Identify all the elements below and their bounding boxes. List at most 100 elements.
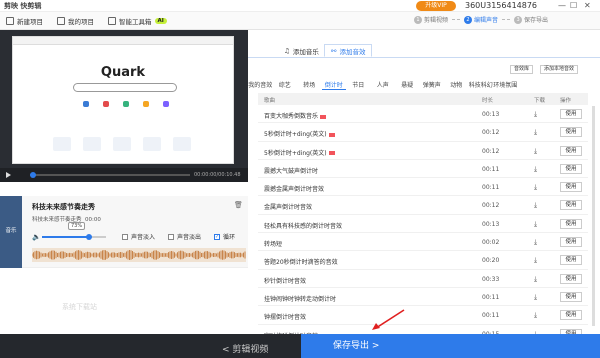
- category-tab[interactable]: 环境氛围: [493, 80, 518, 90]
- category-tab[interactable]: 弹簧声: [420, 80, 445, 90]
- step-divider: [502, 19, 511, 20]
- category-tab[interactable]: 节日: [346, 80, 371, 90]
- sfx-name: 挂钟闹钟时钟转走动倒计时: [264, 294, 336, 303]
- seek-track[interactable]: [30, 174, 190, 176]
- sfx-name-text: 钟摆倒计时音效: [264, 314, 307, 322]
- download-icon[interactable]: ⤓: [534, 256, 537, 265]
- sfx-library-button[interactable]: 音效库: [510, 65, 534, 74]
- audio-waveform[interactable]: [32, 248, 246, 262]
- use-button[interactable]: 使用: [560, 200, 582, 211]
- table-row[interactable]: 震撼大气鼓声倒计时 00:11 ⤓ 使用: [258, 160, 588, 179]
- download-icon[interactable]: ⤓: [534, 165, 537, 174]
- use-button[interactable]: 使用: [560, 145, 582, 156]
- download-icon[interactable]: ⤓: [534, 128, 537, 137]
- ai-badge: AI: [154, 17, 167, 24]
- widget-card: [83, 137, 101, 151]
- category-tab[interactable]: 综艺: [273, 80, 298, 90]
- col-action: 操作: [560, 98, 572, 104]
- upgrade-vip-button[interactable]: 升级VIP: [416, 1, 456, 11]
- playback-bar: 00:00:00/00:10.48: [0, 168, 248, 182]
- category-tab[interactable]: 悬疑: [395, 80, 420, 90]
- download-icon[interactable]: ⤓: [534, 183, 537, 192]
- table-row[interactable]: 轻松具有科技感的倒计时音效 00:13 ⤓ 使用: [258, 215, 588, 234]
- checkbox-box[interactable]: [122, 233, 128, 240]
- check-icon[interactable]: ✓: [214, 233, 220, 240]
- download-icon[interactable]: ⤓: [534, 201, 537, 210]
- category-tab[interactable]: 我的音效: [248, 80, 273, 90]
- step-2[interactable]: 2 编辑声音: [464, 15, 498, 24]
- table-row[interactable]: 钟摆倒计时音效 00:11 ⤓ 使用: [258, 306, 588, 325]
- minimize-icon[interactable]: —: [558, 1, 566, 10]
- use-button[interactable]: 使用: [560, 237, 582, 248]
- table-row[interactable]: 5秒倒计时+ding(英文) 00:12 ⤓ 使用: [258, 142, 588, 160]
- download-icon[interactable]: ⤓: [534, 238, 537, 247]
- shortcut-icon: [123, 101, 129, 107]
- table-row[interactable]: 转场短 00:02 ⤓ 使用: [258, 233, 588, 252]
- table-row[interactable]: 金属声倒计时音效 00:12 ⤓ 使用: [258, 196, 588, 215]
- play-icon[interactable]: [6, 172, 11, 178]
- save-export-button[interactable]: 保存导出 >: [301, 334, 600, 358]
- edit-video-button[interactable]: < 剪辑视频: [222, 342, 268, 355]
- watermark: 系统下载站: [62, 303, 97, 311]
- tab-add-music[interactable]: ♫ 添加音乐: [278, 44, 325, 57]
- fade-out-label: 声音淡出: [177, 234, 202, 241]
- my-projects-button[interactable]: 我的项目: [57, 16, 94, 26]
- add-local-sfx-button[interactable]: 添加本地音效: [540, 65, 579, 74]
- tab-add-sfx[interactable]: ⚯ 添加音效: [324, 44, 373, 57]
- download-icon[interactable]: ⤓: [534, 275, 537, 284]
- sfx-duration: 00:33: [482, 275, 500, 283]
- table-row[interactable]: 百变大咖秀倒数音乐 00:13 ⤓ 使用: [258, 105, 588, 124]
- use-button[interactable]: 使用: [560, 109, 582, 119]
- use-button[interactable]: 使用: [560, 255, 582, 266]
- use-button[interactable]: 使用: [560, 273, 582, 284]
- sfx-name-text: 轻松具有科技感的倒计时音效: [264, 222, 343, 230]
- fade-in-checkbox[interactable]: 声音淡入: [122, 232, 155, 241]
- scrollbar[interactable]: [592, 106, 595, 326]
- category-tab[interactable]: 科技科幻: [469, 80, 494, 90]
- sfx-name: 金属声倒计时音效: [264, 202, 312, 211]
- use-button[interactable]: 使用: [560, 291, 582, 302]
- download-icon[interactable]: ⤓: [534, 293, 537, 302]
- step-3[interactable]: 3 保存导出: [514, 15, 548, 24]
- use-button[interactable]: 使用: [560, 127, 582, 138]
- category-tab[interactable]: 动物: [444, 80, 469, 90]
- music-track-panel: 科技未来感节奏走秀 科技未来感节奏走秀 00:00 🗑 73% 🔈 声音淡入 声…: [22, 196, 248, 268]
- download-icon[interactable]: ⤓: [534, 147, 537, 156]
- widget-card: [143, 137, 161, 151]
- speaker-icon[interactable]: 🔈: [32, 233, 41, 241]
- category-tab[interactable]: 转场: [297, 80, 322, 90]
- loop-checkbox[interactable]: ✓ 循环: [214, 232, 235, 241]
- use-button[interactable]: 使用: [560, 182, 582, 193]
- table-row[interactable]: 5秒倒计时+ding(英文) 00:12 ⤓ 使用: [258, 123, 588, 142]
- checkbox-box[interactable]: [168, 233, 174, 240]
- step-divider: [452, 19, 461, 20]
- sfx-name-text: 挂钟闹钟时钟转走动倒计时: [264, 295, 337, 303]
- volume-slider[interactable]: [42, 234, 106, 240]
- download-icon[interactable]: ⤓: [534, 220, 537, 229]
- maximize-icon[interactable]: ☐: [570, 1, 577, 10]
- sound-tabs: ♫ 添加音乐 ⚯ 添加音效 音效库 添加本地音效: [248, 30, 600, 74]
- use-button[interactable]: 使用: [560, 310, 582, 321]
- close-icon[interactable]: ✕: [584, 1, 591, 10]
- table-row[interactable]: 答题20秒倒计时滴答的音效 00:20 ⤓ 使用: [258, 251, 588, 270]
- use-button[interactable]: 使用: [560, 218, 582, 229]
- smart-tools-button[interactable]: 智能工具箱 AI: [108, 16, 167, 26]
- use-button[interactable]: 使用: [560, 163, 582, 174]
- step-1[interactable]: 1 剪辑视频: [414, 15, 448, 24]
- table-row[interactable]: 挂钟闹钟时钟转走动倒计时 00:11 ⤓ 使用: [258, 288, 588, 307]
- category-tab[interactable]: 人声: [371, 80, 396, 90]
- download-icon[interactable]: ⤓: [534, 311, 537, 320]
- trash-icon[interactable]: 🗑: [234, 201, 243, 209]
- download-icon[interactable]: ⤓: [534, 110, 537, 119]
- table-header: 歌曲 时长 下载 操作: [258, 93, 588, 105]
- seek-handle[interactable]: [30, 172, 36, 178]
- preview-brand: Quark: [100, 65, 146, 80]
- table-row[interactable]: 震撼金属声倒计时音效 00:11 ⤓ 使用: [258, 178, 588, 197]
- fade-out-checkbox[interactable]: 声音淡出: [168, 232, 201, 241]
- category-tab[interactable]: 倒计时: [321, 80, 346, 90]
- red-arrow-annotation: [372, 309, 405, 330]
- user-id[interactable]: 360U3156414876: [465, 1, 537, 10]
- volume-handle[interactable]: [85, 234, 92, 240]
- new-project-button[interactable]: 新建项目: [6, 16, 43, 26]
- table-row[interactable]: 秒针倒计时音效 00:33 ⤓ 使用: [258, 270, 588, 288]
